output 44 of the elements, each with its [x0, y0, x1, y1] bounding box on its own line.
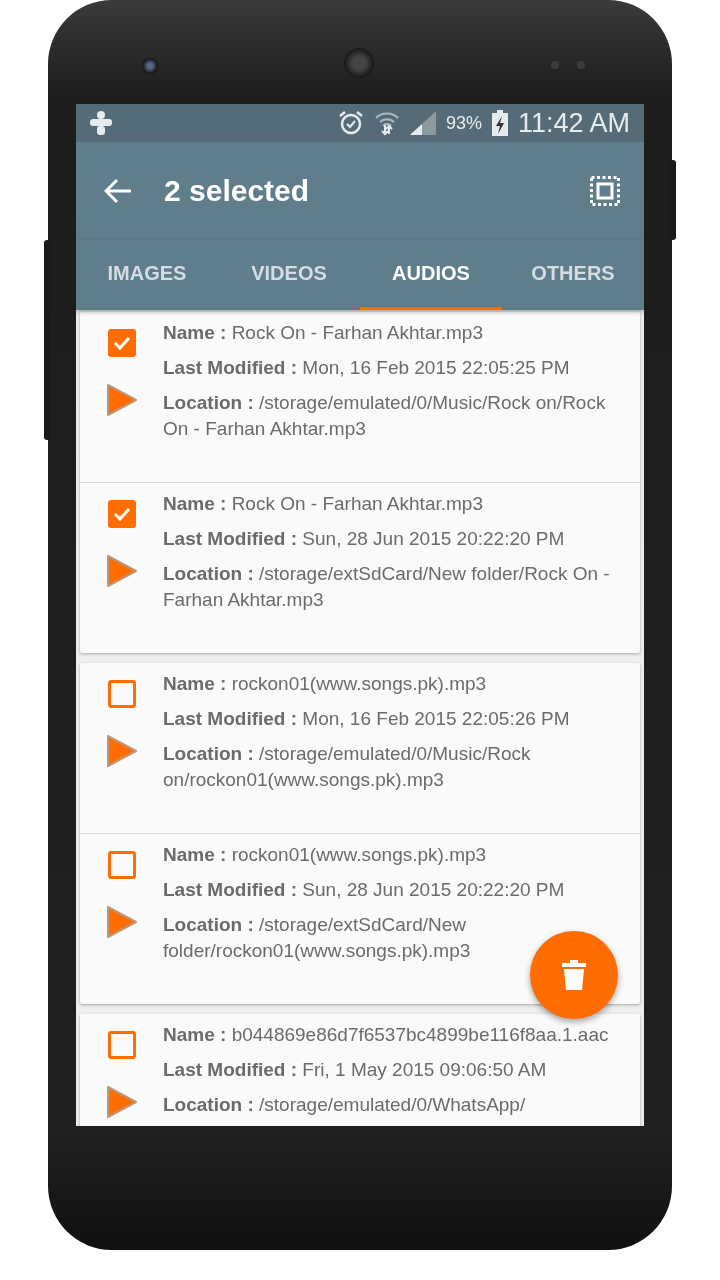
sensor-icon — [550, 60, 586, 70]
category-tab[interactable]: VIDEOS — [218, 240, 360, 310]
select-all-icon[interactable] — [590, 176, 620, 206]
file-detail-text: Location : /storage/emulated/0/Music/Rock on/rockon01(www.songs.pk).mp3 — [163, 742, 532, 792]
category-tab[interactable]: IMAGES — [76, 240, 218, 310]
speaker-icon — [344, 48, 374, 78]
play-icon[interactable] — [105, 905, 138, 939]
file-detail-text: Location : /storage/extSdCard/New folder/rockon01(www.songs.pk).mp3 — [163, 913, 472, 963]
back-arrow-icon[interactable] — [104, 178, 132, 204]
checkmark-icon — [112, 507, 131, 521]
file-detail-text: Last Modified : Sun, 28 Jun 2015 20:22:20 PM — [163, 878, 566, 902]
category-tab[interactable]: OTHERS — [502, 240, 644, 310]
checkbox[interactable] — [107, 851, 136, 879]
file-detail-text: Last Modified : Sun, 28 Jun 2015 20:22:20 PM — [163, 527, 566, 551]
play-icon[interactable] — [105, 734, 138, 768]
camera-icon — [142, 58, 158, 74]
battery-charging-icon — [491, 110, 508, 136]
checkbox[interactable] — [107, 329, 136, 357]
file-detail-text: Last Modified : Mon, 16 Feb 2015 22:05:25 PM — [163, 356, 571, 380]
file-detail-text: Location : /storage/extSdCard/New folder/Rock On - Farhan Akhtar.mp3 — [163, 562, 611, 612]
selection-count-title: 2 selected — [164, 174, 311, 208]
app-logo-icon — [90, 111, 112, 135]
alarm-icon — [337, 110, 364, 136]
checkbox[interactable] — [107, 680, 136, 708]
wifi-icon — [373, 110, 400, 136]
play-icon[interactable] — [105, 1085, 138, 1119]
file-detail-text: Last Modified : Mon, 16 Feb 2015 22:05:26 PM — [163, 707, 571, 731]
checkbox[interactable] — [107, 1031, 136, 1059]
play-icon[interactable] — [105, 383, 138, 417]
file-detail-text: Location : /storage/emulated/0/WhatsApp/ — [163, 1093, 527, 1117]
file-detail-text: Name : Rock On - Farhan Akhtar.mp3 — [163, 321, 484, 345]
trash-icon — [562, 960, 586, 990]
clock-time: 11:42 AM — [517, 107, 630, 139]
signal-icon — [409, 111, 436, 135]
file-detail-text: Name : b044869e86d7f6537bc4899be116f8aa.1.aac — [163, 1023, 610, 1047]
file-detail-text: Name : Rock On - Farhan Akhtar.mp3 — [163, 492, 484, 516]
file-detail-text: Name : rockon01(www.songs.pk).mp3 — [163, 843, 488, 867]
play-icon[interactable] — [105, 554, 138, 588]
file-detail-text: Location : /storage/emulated/0/Music/Rock on/Rock On - Farhan Akhtar.mp3 — [163, 391, 607, 441]
battery-percent: 93% — [445, 112, 482, 134]
checkmark-icon — [112, 336, 131, 350]
file-detail-text: Last Modified : Fri, 1 May 2015 09:06:50 AM — [163, 1058, 548, 1082]
checkbox[interactable] — [107, 500, 136, 528]
file-detail-text: Name : rockon01(www.songs.pk).mp3 — [163, 672, 488, 696]
